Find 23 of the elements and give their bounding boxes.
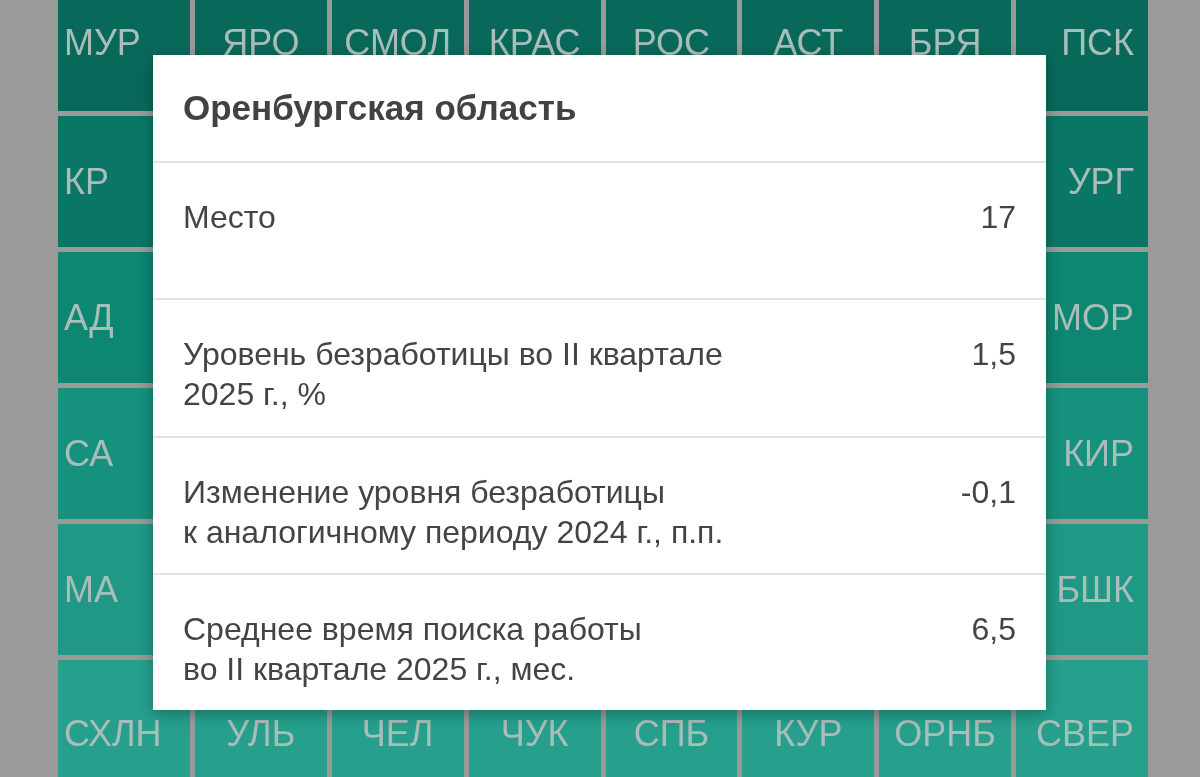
region-code: КИР: [1063, 435, 1134, 472]
region-code: ЧЕЛ: [361, 716, 434, 752]
stat-value: -0,1: [960, 472, 1016, 512]
region-code: КР: [64, 163, 109, 200]
region-code: СВЕР: [1035, 716, 1134, 752]
dialog-title: Оренбургская область: [153, 55, 1046, 163]
region-code: ПСК: [1061, 25, 1134, 61]
stat-value: 17: [980, 198, 1016, 237]
region-code: АД: [64, 299, 114, 336]
region-code: МОР: [1052, 299, 1134, 336]
region-code: МА: [64, 571, 118, 608]
region-code: КУР: [774, 716, 843, 752]
region-code: МУР: [64, 25, 141, 61]
region-code: СПБ: [633, 716, 710, 752]
region-code: ОРНБ: [894, 716, 996, 752]
stat-value: 1,5: [971, 335, 1016, 375]
region-code: УРГ: [1067, 163, 1134, 200]
region-code: СА: [64, 435, 114, 472]
region-code: СХЛН: [64, 716, 162, 752]
stat-value: 6,5: [971, 609, 1016, 649]
region-code: БШК: [1056, 571, 1134, 608]
region-code: УЛЬ: [226, 716, 296, 752]
region-code: ЧУК: [500, 716, 569, 752]
